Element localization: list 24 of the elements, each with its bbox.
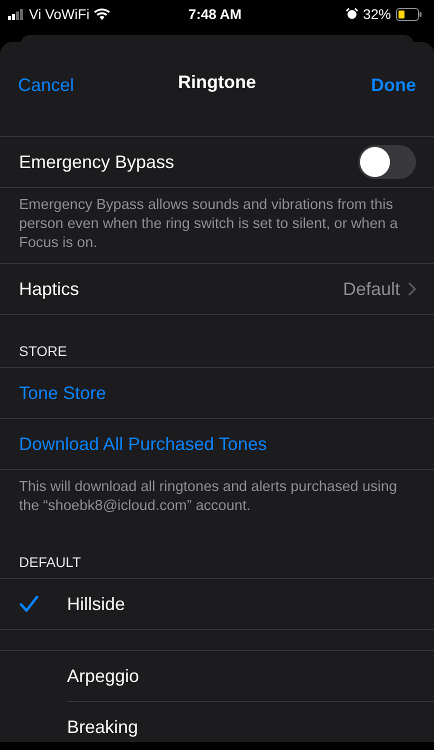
tone-item[interactable]: Breaking <box>0 702 434 750</box>
battery-percent: 32% <box>362 6 391 22</box>
chevron-icon <box>408 282 416 296</box>
carrier-name: Vi VoWiFi <box>29 6 90 22</box>
row-value: Default <box>342 278 400 300</box>
store-link[interactable]: Download All Purchased Tones <box>19 434 267 454</box>
cancel-button[interactable]: Cancel <box>18 74 74 96</box>
signal-icon <box>8 8 24 20</box>
sheet-title: Ringtone <box>178 72 256 93</box>
battery-icon <box>396 8 422 20</box>
footer-note: Emergency Bypass allows sounds and vibrations from this person even when the ring switch is set to silent, or when a Focus is on. <box>18 196 399 253</box>
toggle-switch[interactable] <box>358 145 416 179</box>
section-header: DEFAULT <box>18 553 82 572</box>
section-header: STORE <box>18 342 68 361</box>
row-label: Haptics <box>19 278 80 300</box>
wifi-icon <box>94 8 110 20</box>
status-time: 7:48 AM <box>188 6 242 22</box>
row-label: Emergency Bypass <box>19 152 174 172</box>
footer-note: This will download all ringtones and alerts purchased using the “shoebk8@icloud.com” account. <box>18 478 398 516</box>
tone-item[interactable]: Hillside <box>0 579 434 629</box>
store-link[interactable]: Tone Store <box>19 382 106 404</box>
done-button[interactable]: Done <box>371 74 416 96</box>
tone-item[interactable]: Arpeggio <box>0 651 434 701</box>
alarm-icon <box>346 8 358 20</box>
